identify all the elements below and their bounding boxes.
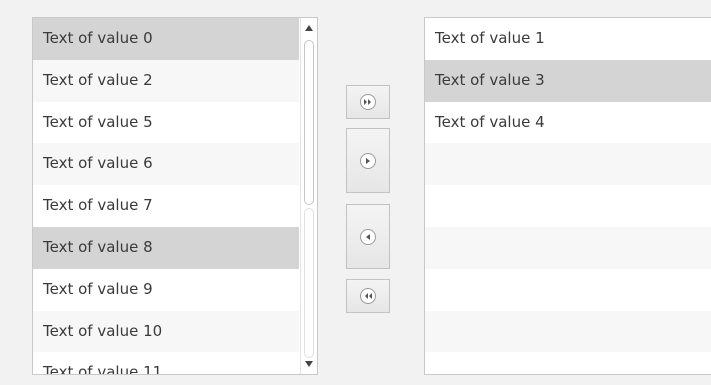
target-list-empty-row [425,185,711,227]
target-list-empty-row [425,268,711,311]
source-list-item[interactable]: Text of value 2 [33,59,299,102]
target-list-item[interactable]: Text of value 1 [425,18,711,60]
scroll-track[interactable] [304,208,314,358]
source-list-item[interactable]: Text of value 0 [33,18,299,60]
chevron-right-icon [360,152,376,169]
source-list-item[interactable]: Text of value 6 [33,143,299,186]
source-list[interactable]: Text of value 0 Text of value 2 Text of … [32,17,318,375]
target-list-empty-row [425,352,711,374]
source-list-rows: Text of value 0 Text of value 2 Text of … [33,18,299,374]
scroll-down-arrow-icon[interactable] [301,356,317,372]
source-list-item[interactable]: Text of value 7 [33,185,299,227]
source-list-item[interactable]: Text of value 11 [33,352,299,374]
source-list-item[interactable]: Text of value 10 [33,310,299,353]
target-list-item[interactable]: Text of value 4 [425,101,711,144]
source-list-item[interactable]: Text of value 5 [33,101,299,144]
source-list-scrollbar[interactable] [300,18,317,374]
target-list-empty-row [425,143,711,186]
move-left-button[interactable] [346,204,390,269]
double-chevron-left-icon [360,288,376,304]
source-list-item[interactable]: Text of value 8 [33,226,299,269]
target-list-empty-row [425,310,711,353]
move-right-button[interactable] [346,128,390,193]
move-all-left-button[interactable] [346,279,390,313]
source-list-item[interactable]: Text of value 9 [33,268,299,311]
scroll-thumb[interactable] [304,40,314,205]
target-list-rows: Text of value 1 Text of value 3 Text of … [425,18,711,374]
move-all-right-button[interactable] [346,85,390,119]
target-list-empty-row [425,226,711,269]
double-chevron-right-icon [360,94,376,110]
chevron-left-icon [360,228,376,245]
scroll-up-arrow-icon[interactable] [301,20,317,36]
target-list[interactable]: Text of value 1 Text of value 3 Text of … [424,17,711,375]
target-list-item[interactable]: Text of value 3 [425,59,711,102]
